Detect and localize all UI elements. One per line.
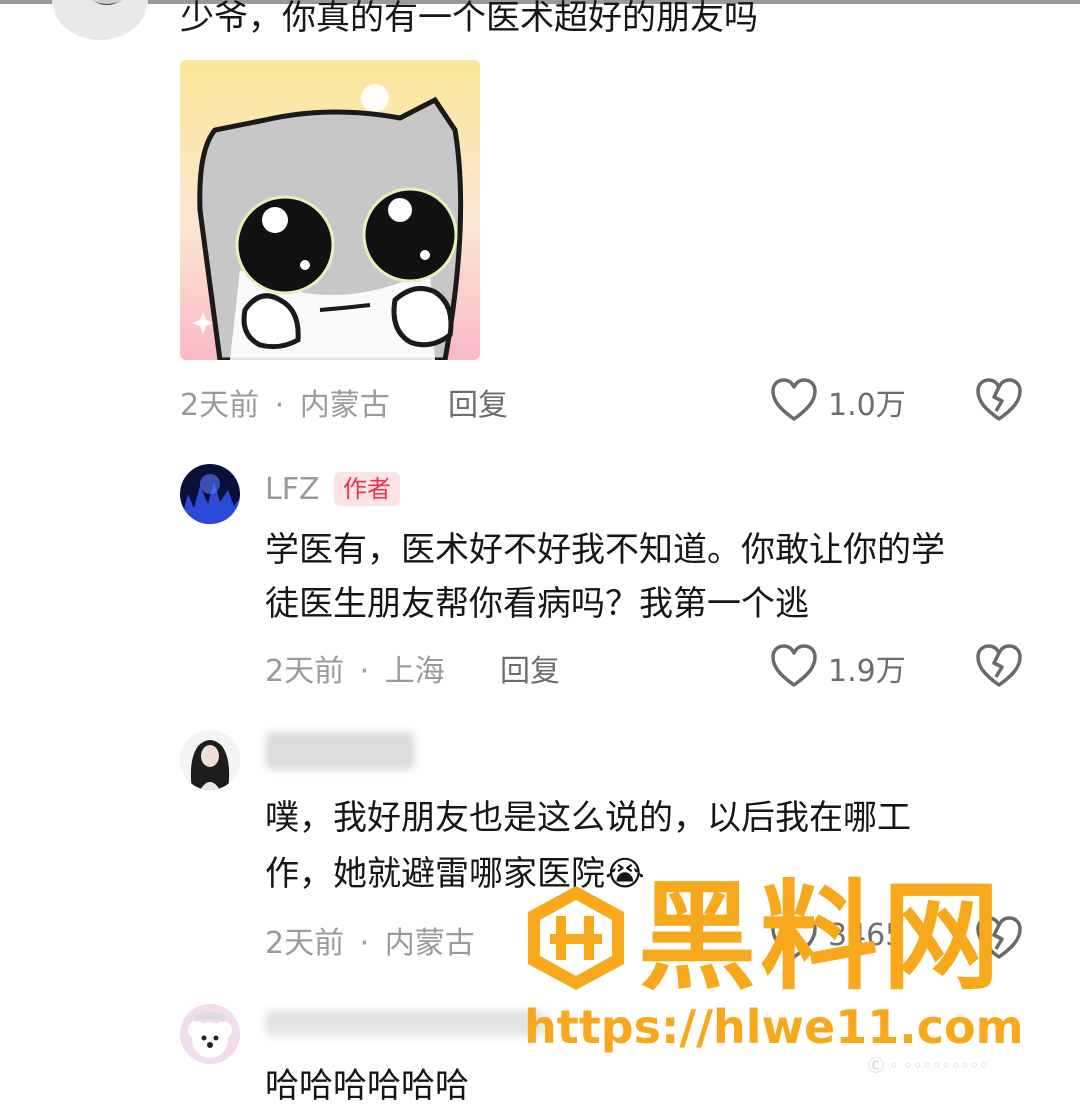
- username[interactable]: LFZ: [265, 472, 320, 507]
- watermark-url: https://hlwe11.com: [524, 1000, 1024, 1054]
- like-count: 1.9万: [828, 654, 906, 689]
- comment-time: 2天前: [265, 654, 345, 689]
- comment-text: 哈哈哈哈哈哈: [265, 1066, 469, 1106]
- comment-text: 少爷，你真的有一个医术超好的朋友吗: [180, 0, 758, 38]
- separator: ·: [359, 926, 370, 961]
- separator: ·: [359, 654, 370, 689]
- user-avatar[interactable]: [52, 0, 148, 40]
- broken-heart-icon[interactable]: [975, 643, 1023, 689]
- comment-text-line-2: 徒医生朋友帮你看病吗？我第一个逃: [265, 584, 809, 624]
- comment-location: 上海: [384, 654, 445, 689]
- comment-location: 内蒙古: [384, 926, 475, 961]
- author-badge: 作者: [334, 472, 400, 506]
- broken-heart-icon[interactable]: [975, 377, 1023, 423]
- comment-text-line-1: 学医有，医术好不好我不知道。你敢让你的学: [265, 530, 945, 570]
- cat-sticker-image[interactable]: [180, 60, 480, 360]
- separator: ·: [274, 388, 285, 423]
- comment-time: 2天前: [265, 926, 345, 961]
- comment-meta: 2天前 · 上海: [265, 646, 445, 690]
- comment-meta: 2天前 · 内蒙古: [180, 380, 390, 424]
- reply-button[interactable]: 回复: [500, 646, 560, 690]
- comment-meta: 2天前 · 内蒙古: [265, 918, 475, 962]
- user-avatar[interactable]: [180, 730, 240, 790]
- user-avatar[interactable]: [180, 1004, 240, 1064]
- comment-text-line-1: 噗，我好朋友也是这么说的，以后我在哪工: [265, 798, 911, 838]
- comment-location: 内蒙古: [299, 388, 390, 423]
- heart-outline-icon[interactable]: [770, 377, 818, 423]
- watermark-title: 黑料网: [638, 868, 1005, 1006]
- heart-outline-icon[interactable]: [770, 643, 818, 689]
- watermark-logo-icon: [522, 882, 630, 994]
- comment-time: 2天前: [180, 388, 260, 423]
- reply-button[interactable]: 回复: [448, 380, 508, 424]
- blurred-username[interactable]: [265, 732, 415, 770]
- like-count: 1.0万: [828, 388, 906, 423]
- blurred-username[interactable]: [265, 1010, 545, 1036]
- author-avatar[interactable]: [180, 464, 240, 524]
